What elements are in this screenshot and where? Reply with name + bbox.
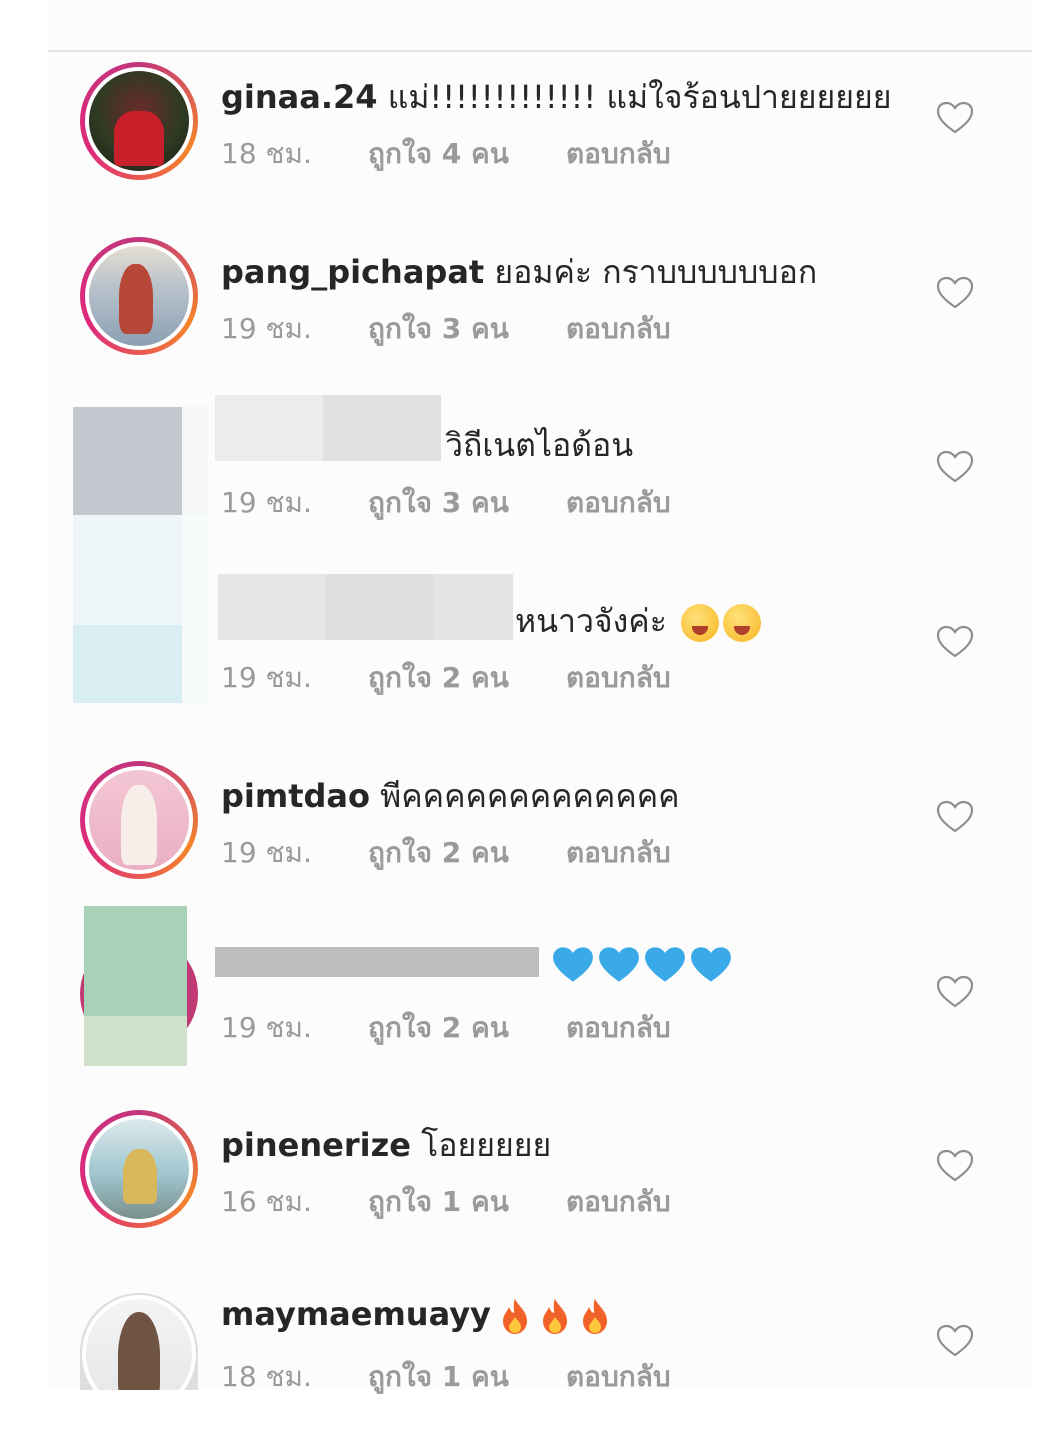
avatar-image (89, 1119, 189, 1219)
reply-button[interactable]: ตอบกลับ (566, 1180, 671, 1224)
comment-text: ยอมค่ะ กราบบบบบบอก (494, 253, 818, 291)
comment-username[interactable]: ginaa.24 (221, 78, 378, 116)
avatar[interactable] (80, 761, 198, 879)
comment-text-line: ginaa.24 แม่!!!!!!!!!!!!! แม่ใจร้อนปายยย… (221, 72, 892, 123)
comment-meta: 19 ชม. ถูกใจ 2 คน ตอบกลับ (221, 1006, 671, 1050)
comment-text-line: pimtdao พีคคคคคคคคคคคคค (221, 771, 680, 822)
comment-likes[interactable]: ถูกใจ 1 คน (368, 1355, 566, 1399)
comment-text-line (548, 944, 732, 984)
username-blurred (326, 574, 434, 640)
comment-likes[interactable]: ถูกใจ 4 คน (368, 132, 566, 176)
reply-button[interactable]: ตอบกลับ (566, 1006, 671, 1050)
comment-text: หนาวจังค่ะ (515, 602, 667, 640)
comment-text-line: pang_pichapat ยอมค่ะ กราบบบบบบอก (221, 247, 817, 298)
top-divider (48, 50, 1032, 52)
reply-button[interactable]: ตอบกลับ (566, 481, 671, 525)
comment-time: 18 ชม. (221, 1360, 312, 1393)
comment-meta: 19 ชม. ถูกใจ 3 คน ตอบกลับ (221, 307, 671, 351)
comment-likes[interactable]: ถูกใจ 2 คน (368, 831, 566, 875)
avatar[interactable] (80, 237, 198, 355)
avatar-blurred-edge (182, 407, 208, 515)
avatar-blurred-edge (182, 515, 208, 703)
avatar-image (89, 71, 189, 171)
comment-likes[interactable]: ถูกใจ 2 คน (368, 1006, 566, 1050)
face-blowing-kiss-emoji-icon (681, 604, 720, 642)
username-blurred (218, 574, 326, 640)
reply-button[interactable]: ตอบกลับ (566, 132, 671, 176)
comment-text: พีคคคคคคคคคคคคค (380, 777, 680, 815)
avatar-blurred[interactable] (73, 407, 182, 515)
comment-time: 18 ชม. (221, 137, 312, 170)
comment-username[interactable]: pinenerize (221, 1126, 411, 1164)
avatar[interactable] (80, 62, 198, 180)
blue-heart-emoji-icon (599, 947, 639, 982)
avatar-image (89, 246, 189, 346)
comment-time: 19 ชม. (221, 312, 312, 345)
username-blurred (323, 395, 441, 461)
fire-emoji-icon (502, 1299, 527, 1334)
comment-text-line: หนาวจังค่ะ (515, 596, 762, 647)
heart-outline-icon[interactable] (936, 800, 974, 834)
reply-button[interactable]: ตอบกลับ (566, 307, 671, 351)
comment-likes[interactable]: ถูกใจ 1 คน (368, 1180, 566, 1224)
comment-time: 19 ชม. (221, 486, 312, 519)
blue-heart-emoji-icon (553, 947, 593, 982)
comment-text: โอยยยยย (421, 1126, 552, 1164)
comment-text-line: maymaemuayy (221, 1295, 611, 1335)
reply-button[interactable]: ตอบกลับ (566, 1355, 671, 1399)
comment-time: 19 ชม. (221, 1011, 312, 1044)
comment-likes[interactable]: ถูกใจ 2 คน (368, 656, 566, 700)
comment-meta: 18 ชม. ถูกใจ 1 คน ตอบกลับ (221, 1355, 671, 1399)
comment-text: วิถีเนตไอด้อน (445, 426, 634, 464)
username-blurred (215, 947, 539, 977)
heart-outline-icon[interactable] (936, 276, 974, 310)
comment-username[interactable]: maymaemuayy (221, 1295, 491, 1333)
comment-meta: 18 ชม. ถูกใจ 4 คน ตอบกลับ (221, 132, 671, 176)
blue-heart-emoji-icon (691, 947, 731, 982)
comment-text-line: pinenerize โอยยยยย (221, 1120, 551, 1171)
comment-text: แม่!!!!!!!!!!!!! แม่ใจร้อนปายยยยยย (387, 78, 892, 116)
avatar-blurred (84, 1016, 187, 1066)
username-blurred (215, 395, 323, 461)
comment-meta: 16 ชม. ถูกใจ 1 คน ตอบกลับ (221, 1180, 671, 1224)
face-blowing-kiss-emoji-icon (723, 604, 762, 642)
comment-username[interactable]: pimtdao (221, 777, 370, 815)
comment-time: 19 ชม. (221, 661, 312, 694)
comment-meta: 19 ชม. ถูกใจ 2 คน ตอบกลับ (221, 656, 671, 700)
heart-outline-icon[interactable] (936, 625, 974, 659)
heart-outline-icon[interactable] (936, 101, 974, 135)
blue-heart-emoji-icon (645, 947, 685, 982)
comment-meta: 19 ชม. ถูกใจ 3 คน ตอบกลับ (221, 481, 671, 525)
comment-meta: 19 ชม. ถูกใจ 2 คน ตอบกลับ (221, 831, 671, 875)
avatar-image (89, 770, 189, 870)
avatar-image (86, 1299, 192, 1390)
reply-button[interactable]: ตอบกลับ (566, 831, 671, 875)
fire-emoji-icon (582, 1299, 607, 1334)
comment-likes[interactable]: ถูกใจ 3 คน (368, 307, 566, 351)
fire-emoji-icon (542, 1299, 567, 1334)
comment-text-line: วิถีเนตไอด้อน (445, 420, 633, 471)
avatar-blurred[interactable] (84, 906, 187, 1016)
avatar[interactable] (80, 1110, 198, 1228)
avatar-blurred (73, 625, 182, 703)
heart-outline-icon[interactable] (936, 1324, 974, 1358)
avatar-blurred[interactable] (73, 515, 182, 625)
heart-outline-icon[interactable] (936, 450, 974, 484)
username-blurred (434, 574, 513, 640)
comment-time: 19 ชม. (221, 836, 312, 869)
reply-button[interactable]: ตอบกลับ (566, 656, 671, 700)
comment-time: 16 ชม. (221, 1185, 312, 1218)
heart-outline-icon[interactable] (936, 1149, 974, 1183)
comment-likes[interactable]: ถูกใจ 3 คน (368, 481, 566, 525)
heart-outline-icon[interactable] (936, 975, 974, 1009)
comment-username[interactable]: pang_pichapat (221, 253, 484, 291)
